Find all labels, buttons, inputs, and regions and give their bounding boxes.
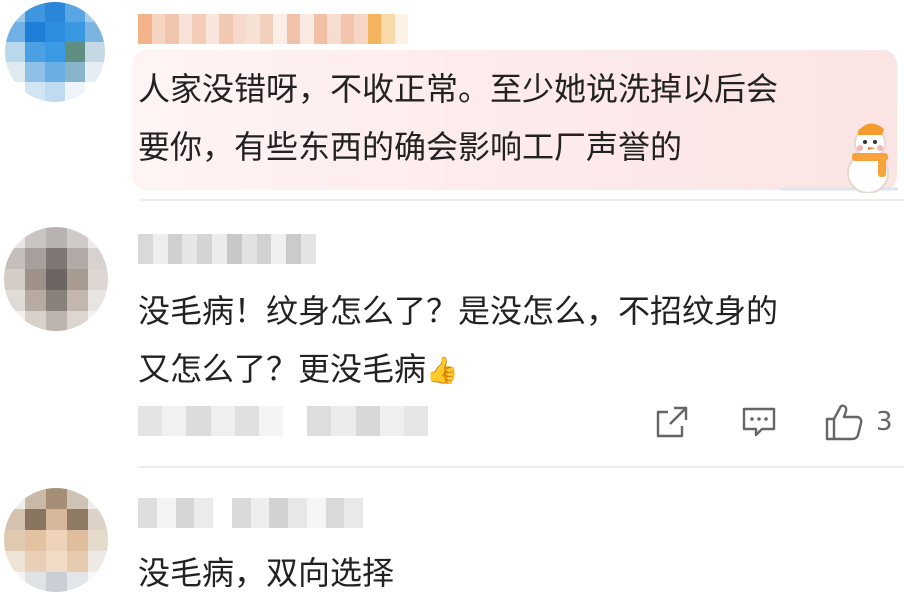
comment-text-line: 没毛病，双向选择 xyxy=(138,554,395,592)
avatar[interactable] xyxy=(5,2,105,102)
comment-text-line: 人家没错呀，不收正常。至少她说洗掉以后会 xyxy=(138,70,779,108)
divider xyxy=(138,466,904,468)
like-count: 3 xyxy=(876,407,893,437)
comment-text-fragment: 又怎么了？更没毛病 xyxy=(138,350,427,388)
comment-text-line: 没毛病！纹身怎么了？是没怎么，不招纹身的 xyxy=(138,292,779,330)
comment-text: 人家没错呀，不收正常。至少她说洗掉以后会 要你，有些东西的确会影响工厂声誉的 xyxy=(138,60,778,176)
snowman-icon xyxy=(780,123,898,193)
thumbs-up-emoji: 👍 xyxy=(426,356,459,386)
comment-text-line: 又怎么了？更没毛病👍 xyxy=(138,340,778,400)
avatar[interactable] xyxy=(4,227,108,331)
comment-text-line: 要你，有些东西的确会影响工厂声誉的 xyxy=(138,128,683,166)
avatar-pixelated xyxy=(4,488,108,592)
avatar-pixelated xyxy=(5,2,105,102)
like-button[interactable]: 3 xyxy=(824,400,893,444)
divider xyxy=(138,199,904,201)
avatar-pixelated xyxy=(4,227,108,331)
share-button[interactable] xyxy=(654,400,690,444)
comment-feed: 人家没错呀，不收正常。至少她说洗掉以后会 要你，有些东西的确会影响工厂声誉的 没… xyxy=(0,0,904,595)
comment-text: 没毛病！纹身怎么了？是没怎么，不招纹身的 又怎么了？更没毛病👍 xyxy=(138,282,778,400)
comment-icon xyxy=(742,407,776,437)
comment-meta-blurred xyxy=(138,406,429,436)
username-blurred[interactable] xyxy=(138,498,363,528)
share-icon xyxy=(656,406,688,438)
avatar[interactable] xyxy=(4,488,108,592)
reply-button[interactable] xyxy=(740,400,778,444)
username-blurred[interactable] xyxy=(138,14,408,44)
comment-text: 没毛病，双向选择 xyxy=(138,544,394,595)
thumbs-up-icon xyxy=(825,404,863,441)
username-blurred[interactable] xyxy=(138,234,316,264)
